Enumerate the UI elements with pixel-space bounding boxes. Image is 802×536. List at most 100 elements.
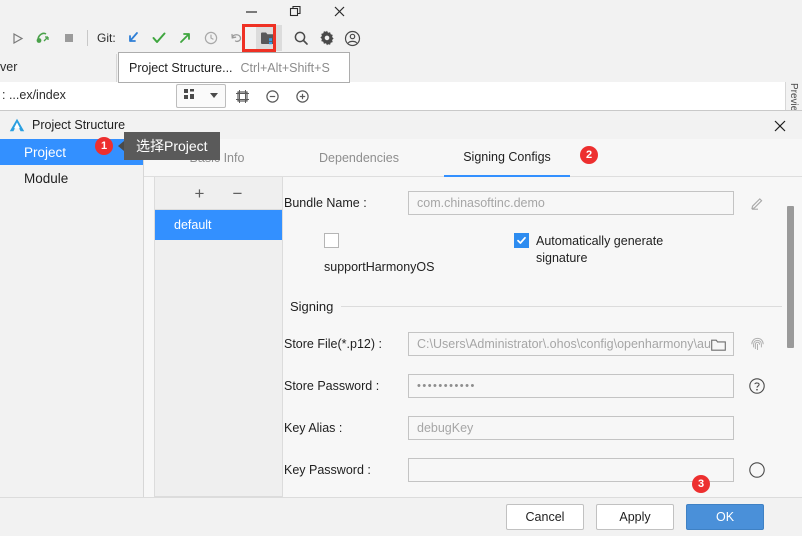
- bundle-name-input[interactable]: com.chinasoftinc.demo: [408, 191, 734, 215]
- key-alias-input[interactable]: debugKey: [408, 416, 734, 440]
- layout-grid-icon: [183, 88, 196, 104]
- list-item[interactable]: default: [155, 210, 282, 240]
- sidebar-item-module[interactable]: Module: [0, 165, 143, 191]
- annotation-tooltip-select-project: 选择Project: [118, 132, 220, 160]
- key-password-label: Key Password :: [284, 463, 371, 477]
- tab-label: Dependencies: [319, 151, 399, 165]
- dialog-sidebar: Project Module: [0, 139, 144, 498]
- screenshot-root: Git: ver: ...ex/index Preview Project S…: [0, 0, 802, 536]
- help-circle-icon-2[interactable]: [746, 459, 768, 481]
- apply-button[interactable]: Apply: [596, 504, 674, 530]
- tab-label: Signing Configs: [463, 150, 551, 164]
- bundle-name-label: Bundle Name :: [284, 196, 367, 210]
- search-icon[interactable]: [288, 25, 314, 51]
- project-structure-icon[interactable]: [255, 25, 282, 51]
- help-circle-icon[interactable]: [746, 375, 768, 397]
- close-icon[interactable]: [316, 0, 362, 22]
- store-file-row: Store File(*.p12) : C:\Users\Administrat…: [284, 332, 802, 356]
- git-label: Git:: [97, 31, 116, 45]
- preview-side-tab[interactable]: Preview: [785, 82, 802, 110]
- zoom-in-icon[interactable]: [288, 85, 316, 107]
- cancel-button[interactable]: Cancel: [506, 504, 584, 530]
- key-alias-label: Key Alias :: [284, 421, 343, 435]
- ok-button[interactable]: OK: [686, 504, 764, 530]
- ide-title-bar: [0, 0, 802, 22]
- project-structure-tooltip: Project Structure... Ctrl+Alt+Shift+S: [118, 52, 350, 83]
- editor-breadcrumb-bar: : ...ex/index: [0, 82, 802, 111]
- zoom-out-icon[interactable]: [258, 85, 286, 107]
- dialog-footer: Cancel Apply OK: [0, 497, 802, 536]
- run-icon[interactable]: [4, 25, 30, 51]
- editor-tab-label[interactable]: ver: [0, 60, 17, 74]
- store-password-value: •••••••••••: [417, 380, 476, 392]
- auto-signature-option[interactable]: Automatically generate signature: [514, 233, 724, 267]
- stop-icon[interactable]: [56, 25, 82, 51]
- chevron-down-icon: [209, 89, 219, 103]
- key-password-input[interactable]: [408, 458, 734, 482]
- key-alias-value: debugKey: [417, 421, 474, 435]
- options-row: supportHarmonyOS Automatically generate …: [284, 233, 802, 276]
- toolbar-divider: [87, 30, 88, 46]
- fingerprint-icon[interactable]: [746, 333, 768, 355]
- store-file-value: C:\Users\Administrator\.ohos\config\open…: [417, 337, 711, 351]
- tooltip-shortcut: Ctrl+Alt+Shift+S: [240, 60, 330, 75]
- dialog-title: Project Structure: [32, 118, 126, 132]
- folder-icon[interactable]: [710, 336, 727, 353]
- add-config-button[interactable]: +: [192, 185, 208, 202]
- dialog-title-bar: Project Structure: [0, 111, 802, 139]
- signing-config-form: Bundle Name : com.chinasoftinc.demo supp…: [284, 177, 802, 497]
- tab-row-divider: [116, 54, 117, 82]
- annotation-badge-2: 2: [580, 146, 598, 164]
- minimize-icon[interactable]: [228, 0, 274, 22]
- remove-config-button[interactable]: −: [230, 185, 246, 202]
- support-harmonyos-option[interactable]: supportHarmonyOS: [324, 233, 514, 276]
- auto-signature-checkbox[interactable]: [514, 233, 529, 248]
- signing-section-header: Signing: [284, 299, 802, 314]
- deveco-logo-icon: [9, 117, 25, 133]
- frame-icon[interactable]: [228, 85, 256, 107]
- layout-mode-dropdown[interactable]: [176, 84, 226, 108]
- settings-icon[interactable]: [314, 25, 340, 51]
- dialog-tab-bar: Basic Info Dependencies Signing Configs: [144, 139, 802, 177]
- bundle-name-value: com.chinasoftinc.demo: [417, 196, 545, 210]
- tab-dependencies[interactable]: Dependencies: [296, 139, 422, 177]
- support-harmonyos-label: supportHarmonyOS: [324, 260, 435, 274]
- annotation-badge-3: 3: [692, 475, 710, 493]
- bundle-name-row: Bundle Name : com.chinasoftinc.demo: [284, 191, 802, 215]
- support-harmonyos-checkbox[interactable]: [324, 233, 339, 248]
- store-password-input[interactable]: •••••••••••: [408, 374, 734, 398]
- auto-signature-label: Automatically generate signature: [536, 234, 664, 265]
- debug-icon[interactable]: [30, 25, 56, 51]
- ide-toolbar: Git:: [0, 22, 802, 55]
- dialog-main-panel: Basic Info Dependencies Signing Configs …: [144, 139, 802, 498]
- key-alias-row: Key Alias : debugKey: [284, 416, 802, 440]
- preview-side-tab-label: Preview: [788, 83, 799, 110]
- sidebar-item-label: Module: [24, 170, 69, 186]
- form-scrollbar-thumb[interactable]: [787, 206, 794, 348]
- annotation-tooltip-label: 选择Project: [136, 138, 208, 154]
- section-divider: [341, 306, 782, 307]
- git-update-icon[interactable]: [120, 25, 146, 51]
- project-structure-dialog: Project Structure Project Module Basic I…: [0, 110, 802, 536]
- sidebar-item-label: Project: [24, 144, 67, 160]
- store-file-label: Store File(*.p12) :: [284, 337, 382, 351]
- breadcrumb: : ...ex/index: [2, 88, 66, 102]
- store-file-input[interactable]: C:\Users\Administrator\.ohos\config\open…: [408, 332, 734, 356]
- signing-config-list-toolbar: + −: [155, 177, 282, 210]
- account-icon[interactable]: [340, 25, 366, 51]
- restore-icon[interactable]: [272, 0, 318, 22]
- rollback-icon[interactable]: [224, 25, 250, 51]
- tooltip-label: Project Structure...: [129, 60, 233, 75]
- dialog-close-icon[interactable]: [770, 116, 790, 136]
- history-icon[interactable]: [198, 25, 224, 51]
- key-password-row: Key Password :: [284, 458, 802, 482]
- preview-toolbar: [176, 84, 316, 108]
- store-password-row: Store Password : •••••••••••: [284, 374, 802, 398]
- store-password-label: Store Password :: [284, 379, 380, 393]
- signing-section-title: Signing: [290, 299, 334, 314]
- pencil-icon[interactable]: [746, 192, 768, 214]
- tab-signing-configs[interactable]: Signing Configs: [444, 139, 570, 177]
- git-push-icon[interactable]: [172, 25, 198, 51]
- git-commit-icon[interactable]: [146, 25, 172, 51]
- annotation-badge-1: 1: [95, 137, 113, 155]
